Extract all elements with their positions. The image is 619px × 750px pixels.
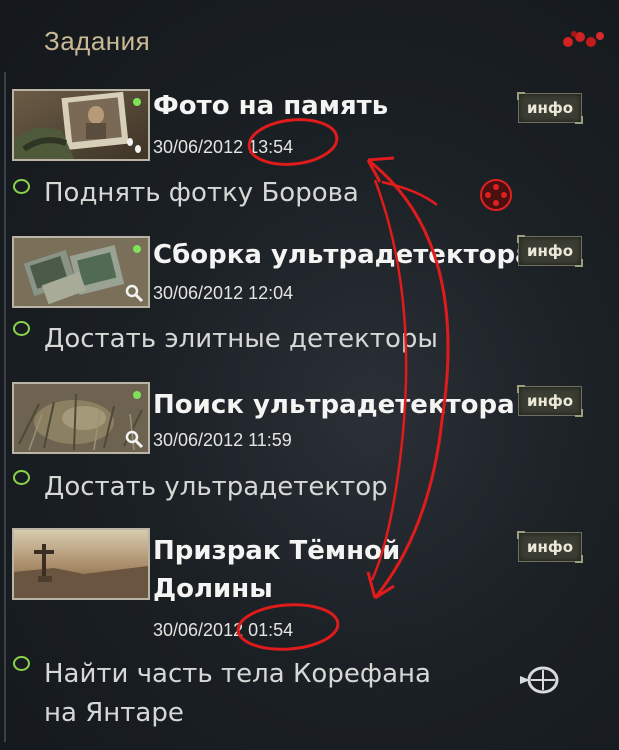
subtask-status-icon: [13, 321, 30, 336]
task-title: Призрак Тёмной: [153, 536, 401, 566]
info-button[interactable]: инфо: [517, 235, 583, 267]
task-timestamp: 30/06/2012 13:54: [153, 137, 294, 157]
magnifier-icon: [125, 430, 144, 448]
subtask-text: Достать элитные детекторы: [44, 324, 438, 354]
info-button[interactable]: инфо: [517, 385, 583, 417]
info-button[interactable]: инфо: [517, 92, 583, 124]
green-glow-icon: [133, 391, 141, 399]
red-target-icon[interactable]: [478, 178, 514, 212]
decor-dots-icon: [563, 31, 604, 47]
task-timestamp: 30/06/2012 11:59: [153, 430, 292, 450]
quest-panel: Задания Фото на память 30/06/2012 13:54 …: [0, 0, 619, 750]
page-title: Задания: [44, 26, 151, 56]
subtask-text: Найти часть тела Корефана: [44, 659, 431, 689]
subtask-status-icon: [13, 470, 30, 485]
task-title: Поиск ультрадетектора: [153, 390, 515, 420]
detectors-thumbnail: [12, 236, 150, 308]
location-marker-icon[interactable]: [518, 666, 560, 694]
panel-divider: [4, 72, 6, 742]
subtask-text: на Янтаре: [44, 698, 184, 728]
task-title: Сборка ультрадетектора: [153, 240, 533, 270]
magnifier-icon: [125, 284, 144, 302]
subtask-text: Достать ультрадетектор: [44, 472, 388, 502]
info-button[interactable]: инфо: [517, 531, 583, 563]
footsteps-icon: [127, 138, 141, 153]
photo-memory-thumbnail: [12, 89, 150, 161]
subtask-status-icon: [13, 656, 30, 671]
dark-valley-thumbnail: [12, 528, 150, 600]
subtask-text: Поднять фотку Борова: [44, 178, 359, 208]
green-glow-icon: [133, 245, 141, 253]
task-timestamp: 30/06/2012 01:54: [153, 620, 294, 640]
task-timestamp: 30/06/2012 12:04: [153, 283, 294, 303]
task-title: Фото на память: [153, 91, 389, 121]
task-title: Долины: [153, 574, 273, 604]
grass-thumbnail: [12, 382, 150, 454]
subtask-status-icon: [13, 179, 30, 194]
green-glow-icon: [133, 98, 141, 106]
